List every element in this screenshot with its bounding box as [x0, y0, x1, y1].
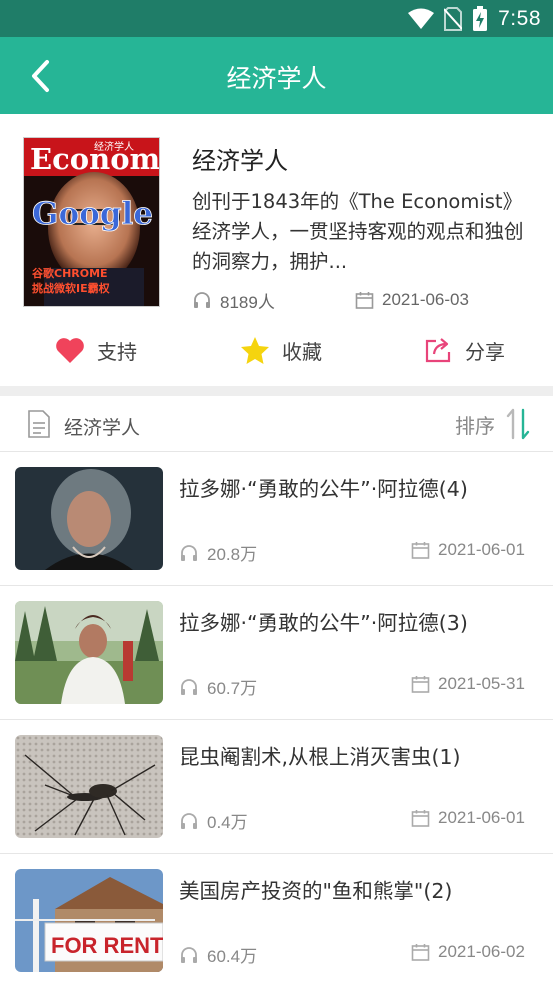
list-item[interactable]: FOR RENT 美国房产投资的"鱼和熊掌"(2) 60.4万 2021-06-… — [0, 854, 553, 983]
page-title: 经济学人 — [226, 64, 327, 93]
item-plays: 20.8万 — [179, 540, 257, 565]
headphones-icon — [181, 678, 197, 695]
item-date: 2021-05-31 — [411, 674, 525, 694]
item-date-text: 2021-05-31 — [438, 674, 525, 693]
item-date-text: 2021-06-01 — [438, 540, 525, 559]
cover-headline: Google — [32, 196, 153, 232]
headphones-icon — [194, 292, 210, 308]
album-listeners-count: 8189人 — [220, 292, 275, 312]
item-date-text: 2021-06-01 — [438, 808, 525, 827]
share-button[interactable]: 分享 — [425, 334, 505, 366]
item-title: 美国房产投资的"鱼和熊掌"(2) — [179, 879, 453, 903]
app-bar: 经济学人 — [0, 37, 553, 114]
wifi-icon — [408, 8, 435, 29]
list-title: 经济学人 — [64, 417, 141, 439]
item-date-text: 2021-06-02 — [438, 942, 525, 961]
favorite-button[interactable]: 收藏 — [240, 334, 322, 366]
item-plays: 60.4万 — [179, 942, 257, 967]
item-date: 2021-06-01 — [411, 540, 525, 560]
status-icons: 7:58 — [408, 6, 541, 32]
list-header: 经济学人 排序 — [0, 396, 553, 452]
item-plays-count: 60.7万 — [207, 679, 258, 698]
item-title: 昆虫阉割术,从根上消灭害虫(1) — [179, 745, 461, 769]
item-title: 拉多娜·“勇敢的公牛”·阿拉德(4) — [179, 477, 468, 501]
share-icon — [425, 338, 451, 363]
album-info: Economist 经济学人 Google 谷歌CHROME 挑战微软IE霸权 … — [0, 114, 553, 324]
calendar-icon — [411, 943, 430, 961]
item-thumbnail: FOR RENT — [15, 869, 163, 972]
cover-line-2: 挑战微软IE霸权 — [32, 281, 111, 295]
item-thumbnail — [15, 735, 163, 838]
item-plays-count: 60.4万 — [207, 947, 258, 966]
album-cover: Economist 经济学人 Google 谷歌CHROME 挑战微软IE霸权 — [23, 137, 160, 307]
favorite-label: 收藏 — [282, 339, 322, 364]
sort-button[interactable]: 排序 — [455, 408, 531, 440]
cover-line-1: 谷歌CHROME — [32, 266, 108, 280]
status-bar: 7:58 — [0, 0, 553, 37]
item-thumbnail — [15, 467, 163, 570]
section-divider — [0, 386, 553, 396]
action-bar: 支持 收藏 分享 — [0, 324, 553, 386]
headphones-icon — [181, 544, 197, 561]
album-date: 2021-06-03 — [355, 288, 469, 312]
album-title: 经济学人 — [192, 147, 288, 175]
calendar-icon — [411, 675, 430, 693]
headphones-icon — [181, 812, 197, 829]
calendar-icon — [411, 809, 430, 827]
album-description: 创刊于1843年的《The Economist》经济学人，一贯坚持客观的观点和独… — [192, 190, 524, 273]
cover-image: Economist 经济学人 Google 谷歌CHROME 挑战微软IE霸权 — [24, 138, 159, 306]
list-item[interactable]: 拉多娜·“勇敢的公牛”·阿拉德(3) 60.7万 2021-05-31 — [0, 586, 553, 720]
calendar-icon — [411, 541, 430, 559]
item-plays-count: 0.4万 — [207, 813, 248, 832]
list-item[interactable]: 昆虫阉割术,从根上消灭害虫(1) 0.4万 2021-06-01 — [0, 720, 553, 854]
item-date: 2021-06-02 — [411, 942, 525, 962]
item-plays: 0.4万 — [179, 808, 248, 833]
sort-icon — [506, 408, 530, 440]
item-title: 拉多娜·“勇敢的公牛”·阿拉德(3) — [179, 611, 468, 635]
item-plays: 60.7万 — [179, 674, 257, 699]
item-thumbnail — [15, 601, 163, 704]
album-listeners: 8189人 — [192, 288, 275, 312]
document-icon — [28, 410, 50, 438]
status-time: 7:58 — [498, 7, 541, 30]
album-date-text: 2021-06-03 — [382, 290, 469, 309]
support-button[interactable]: 支持 — [55, 334, 137, 366]
no-sim-icon — [444, 7, 463, 31]
list-item[interactable]: 拉多娜·“勇敢的公牛”·阿拉德(4) 20.8万 2021-06-01 — [0, 452, 553, 586]
share-label: 分享 — [465, 339, 505, 364]
item-plays-count: 20.8万 — [207, 545, 258, 564]
support-label: 支持 — [97, 339, 137, 364]
heart-icon — [56, 337, 84, 363]
sort-label: 排序 — [455, 413, 495, 438]
cover-top-text: 经济学人 — [94, 140, 134, 153]
headphones-icon — [181, 946, 197, 963]
calendar-icon — [355, 291, 374, 309]
thumb-sign-text: FOR RENT — [51, 933, 163, 958]
item-date: 2021-06-01 — [411, 808, 525, 828]
battery-charging-icon — [473, 6, 488, 31]
star-icon — [241, 336, 269, 364]
